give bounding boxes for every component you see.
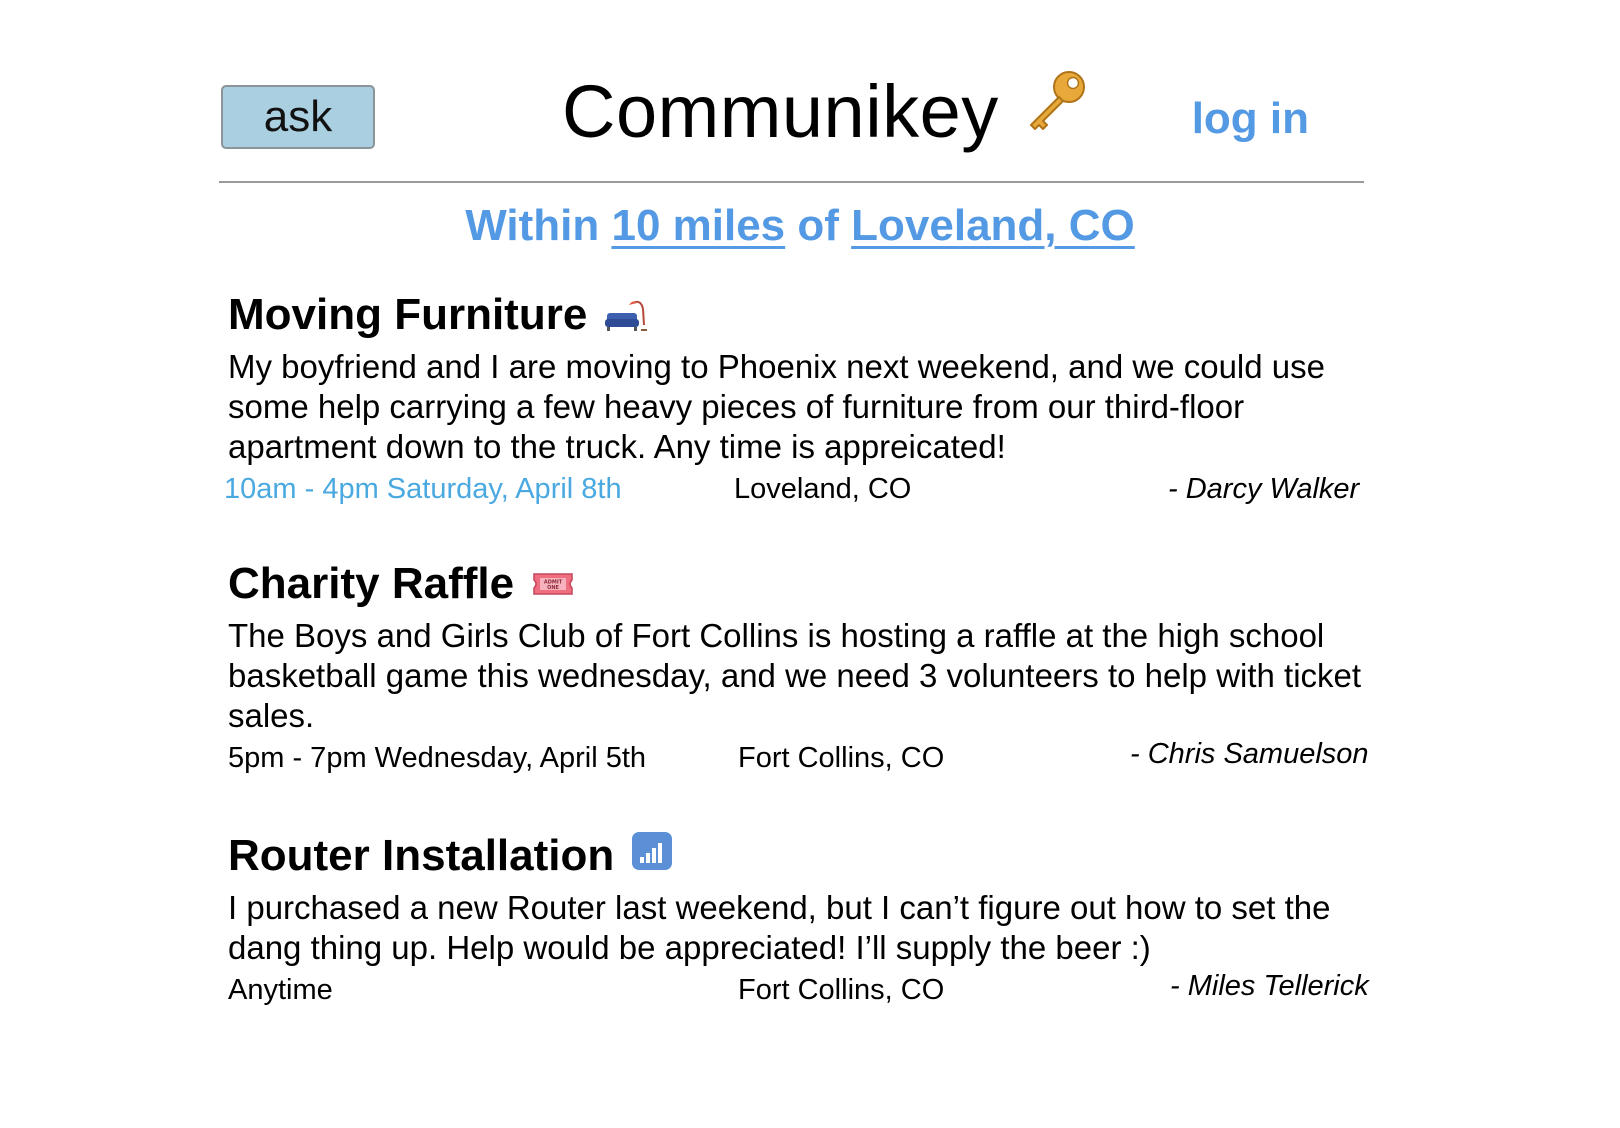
- location-joiner: of: [797, 201, 839, 250]
- post-time: 5pm - 7pm Wednesday, April 5th: [228, 742, 647, 774]
- header-divider: [219, 181, 1364, 183]
- post-meta: Anytime Fort Collins, CO - Miles Telleri…: [228, 970, 1398, 1014]
- post-item[interactable]: Router Installation I purchased a new Ro…: [228, 828, 1398, 1014]
- key-icon: [1029, 71, 1085, 130]
- post-author: - Chris Samuelson: [1130, 738, 1369, 770]
- post-title-row: Router Installation: [228, 828, 1398, 884]
- location-filter: Within 10 miles of Loveland, CO: [0, 201, 1620, 251]
- post-item[interactable]: Charity Raffle ADMIT ONE The Boys and Gi…: [228, 556, 1398, 782]
- post-title: Moving Furniture: [228, 290, 588, 339]
- post-body: My boyfriend and I are moving to Phoenix…: [228, 348, 1325, 465]
- post-body: I purchased a new Router last weekend, b…: [228, 889, 1331, 966]
- post-location: Loveland, CO: [734, 473, 912, 505]
- post-body: The Boys and Girls Club of Fort Collins …: [228, 617, 1362, 734]
- post-title: Charity Raffle: [228, 559, 515, 608]
- post-title-row: Charity Raffle ADMIT ONE: [228, 556, 1398, 612]
- post-author: - Miles Tellerick: [1170, 970, 1369, 1002]
- post-title: Router Installation: [228, 831, 615, 880]
- post-meta: 10am - 4pm Saturday, April 8th Loveland,…: [224, 473, 1398, 513]
- location-prefix: Within: [465, 201, 600, 250]
- post-location: Fort Collins, CO: [738, 742, 945, 774]
- brand-title: Communikey: [562, 69, 999, 153]
- login-link[interactable]: log in: [1192, 94, 1309, 144]
- admission-ticket-icon: ADMIT ONE: [533, 573, 573, 595]
- post-author: - Darcy Walker: [1168, 473, 1360, 505]
- signal-bars-icon: [632, 832, 673, 870]
- brand: Communikey: [562, 66, 1091, 156]
- couch-icon: [605, 300, 648, 331]
- post-item[interactable]: Moving Furniture My boyfriend and I are …: [224, 287, 1398, 513]
- post-location: Fort Collins, CO: [738, 974, 945, 1006]
- svg-text:ONE: ONE: [547, 585, 559, 591]
- post-meta: 5pm - 7pm Wednesday, April 5th Fort Coll…: [228, 738, 1398, 782]
- ask-button[interactable]: ask: [221, 85, 375, 149]
- post-title-row: Moving Furniture: [228, 287, 1398, 343]
- distance-link[interactable]: 10 miles: [611, 201, 785, 250]
- post-time[interactable]: 10am - 4pm Saturday, April 8th: [224, 473, 622, 506]
- app-header: ask Communikey log in: [219, 60, 1361, 182]
- post-time: Anytime: [228, 974, 333, 1006]
- place-link[interactable]: Loveland, CO: [851, 201, 1135, 250]
